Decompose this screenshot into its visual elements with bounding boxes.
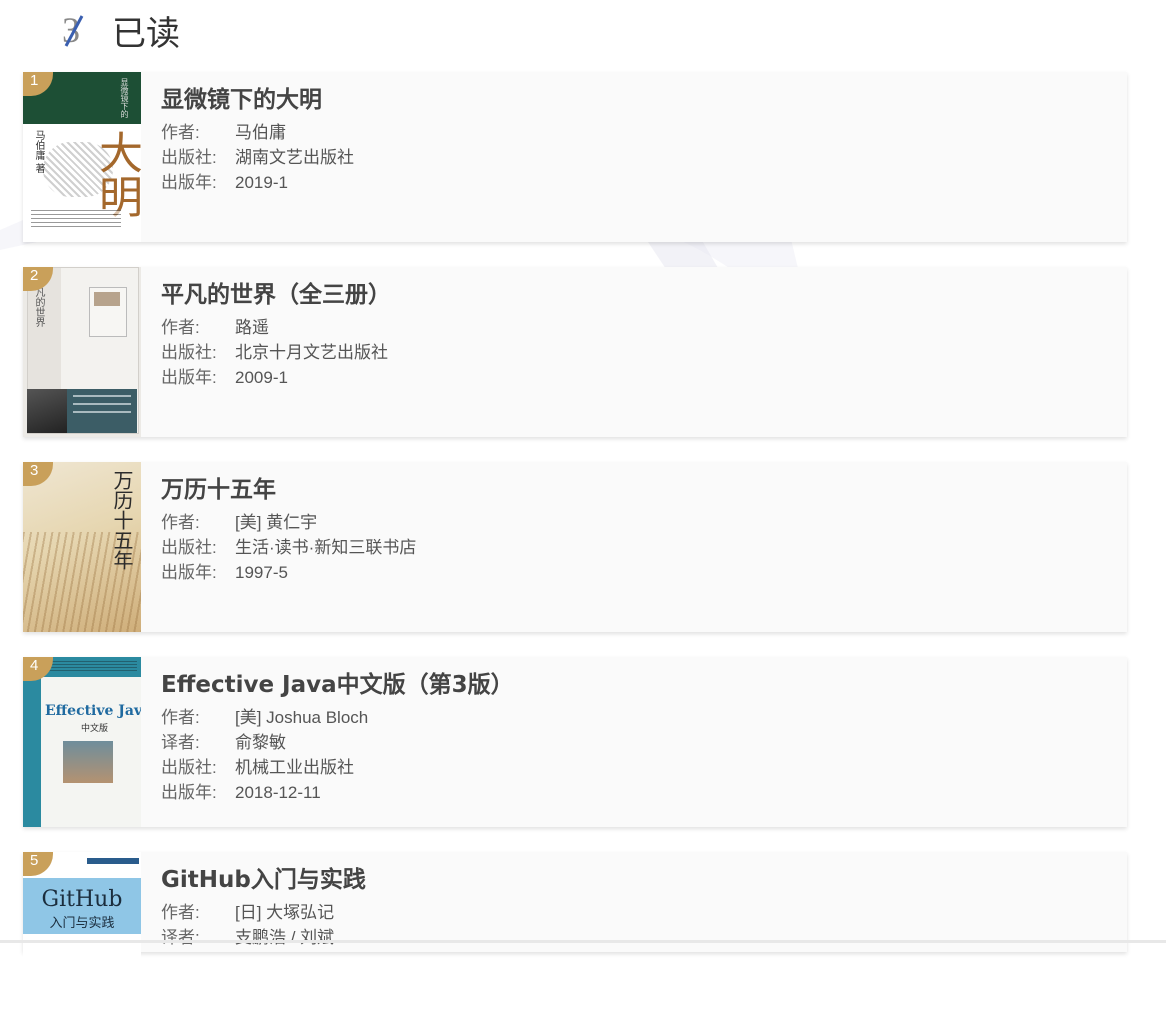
meta-label: 作者: [161,708,200,727]
meta-value: 生活·读书·新知三联书店 [235,538,417,557]
book-card[interactable]: Effective Java 中文版 4 Effective Java中文版（第… [23,657,1127,827]
meta-label: 作者: [161,318,200,337]
meta-value: 北京十月文艺出版社 [235,343,388,362]
meta-row: 出版年: 2019-1 [161,170,354,195]
book-info: GitHub入门与实践 作者: [日] 大塚弘记 译者: 支鹏浩 / 刘斌 [161,860,366,950]
book-cover[interactable]: 显微镜下的 马伯庸 著 大明 1 [23,72,141,242]
cover-title: 万历十五年 [110,470,134,570]
meta-row: 出版社: 生活·读书·新知三联书店 [161,535,416,560]
book-info: 平凡的世界（全三册） 作者: 路遥 出版社: 北京十月文艺出版社 出版年: 2009-… [161,275,391,390]
meta-row: 译者: 俞黎敏 [161,730,514,755]
book-title[interactable]: Effective Java中文版（第3版） [161,665,514,699]
meta-label: 作者: [161,903,200,922]
meta-label: 出版年: [161,173,217,192]
book-cover[interactable]: 平凡的世界 2 [23,267,141,437]
meta-label: 出版年: [161,563,217,582]
meta-value: 2019-1 [235,173,288,192]
book-info: 显微镜下的大明 作者: 马伯庸 出版社: 湖南文艺出版社 出版年: 2019-1 [161,80,354,195]
cover-title: 大明 [91,130,141,218]
book-card[interactable]: 万历十五年 3 万历十五年 作者: [美] 黄仁宇 出版社: 生活·读书·新知三联书… [23,462,1127,632]
book-title[interactable]: 平凡的世界（全三册） [161,275,391,309]
rank-badge: 3 [23,462,53,486]
meta-row: 出版年: 2018-12-11 [161,780,514,805]
book-info: 万历十五年 作者: [美] 黄仁宇 出版社: 生活·读书·新知三联书店 出版年: 19… [161,470,416,585]
meta-row: 作者: [美] Joshua Bloch [161,705,514,730]
meta-value: 2009-1 [235,368,288,387]
book-title[interactable]: 万历十五年 [161,470,416,504]
meta-row: 出版年: 2009-1 [161,365,391,390]
meta-row: 出版年: 1997-5 [161,560,416,585]
cover-title: Effective Java [45,703,141,719]
meta-label: 出版社: [161,343,217,362]
meta-label: 作者: [161,513,200,532]
meta-label: 出版社: [161,758,217,777]
book-cover[interactable]: 万历十五年 3 [23,462,141,632]
meta-value: 路遥 [235,318,269,337]
meta-value: 马伯庸 [235,123,286,142]
meta-row: 作者: [日] 大塚弘记 [161,900,366,925]
meta-label: 译者: [161,733,200,752]
meta-value: 1997-5 [235,563,288,582]
meta-row: 作者: 路遥 [161,315,391,340]
cover-author: 马伯庸 著 [33,130,44,174]
meta-label: 出版年: [161,368,217,387]
meta-row: 作者: 马伯庸 [161,120,354,145]
section-header: 3 已读 [60,8,180,54]
meta-row: 作者: [美] 黄仁宇 [161,510,416,535]
meta-value: 湖南文艺出版社 [235,148,354,167]
book-cover[interactable]: Effective Java 中文版 4 [23,657,141,827]
meta-label: 出版年: [161,783,217,802]
meta-label: 出版社: [161,538,217,557]
meta-row: 出版社: 机械工业出版社 [161,755,514,780]
meta-value: 支鹏浩 / 刘斌 [235,928,335,947]
book-card[interactable]: 显微镜下的 马伯庸 著 大明 1 显微镜下的大明 作者: 马伯庸 出版社: 湖南文艺… [23,72,1127,242]
book-info: Effective Java中文版（第3版） 作者: [美] Joshua Blo… [161,665,514,805]
book-title[interactable]: GitHub入门与实践 [161,860,366,894]
meta-value: 2018-12-11 [235,783,321,802]
book-card[interactable]: 平凡的世界 2 平凡的世界（全三册） 作者: 路遥 出版社: 北京十月文艺出版社 出… [23,267,1127,437]
cover-title: GitHub [41,887,123,912]
meta-label: 译者: [161,928,200,947]
cover-subtitle: 入门与实践 [49,915,115,930]
meta-value: [美] Joshua Bloch [235,708,369,727]
book-card[interactable]: GitHub 入门与实践 5 GitHub入门与实践 作者: [日] 大塚弘记 译… [23,852,1127,1022]
meta-value: [日] 大塚弘记 [235,903,335,922]
meta-label: 出版社: [161,148,217,167]
read-count-icon: 3 [60,8,90,52]
meta-value: [美] 黄仁宇 [235,513,318,532]
meta-label: 作者: [161,123,200,142]
meta-row: 译者: 支鹏浩 / 刘斌 [161,925,366,950]
section-title: 已读 [112,13,180,54]
rank-badge: 5 [23,852,53,876]
book-title[interactable]: 显微镜下的大明 [161,80,354,114]
meta-row: 出版社: 湖南文艺出版社 [161,145,354,170]
meta-row: 出版社: 北京十月文艺出版社 [161,340,391,365]
meta-value: 俞黎敏 [235,733,286,752]
cover-subtitle: 中文版 [81,723,109,733]
meta-value: 机械工业出版社 [235,758,354,777]
book-cover[interactable]: GitHub 入门与实践 5 [23,852,141,1022]
